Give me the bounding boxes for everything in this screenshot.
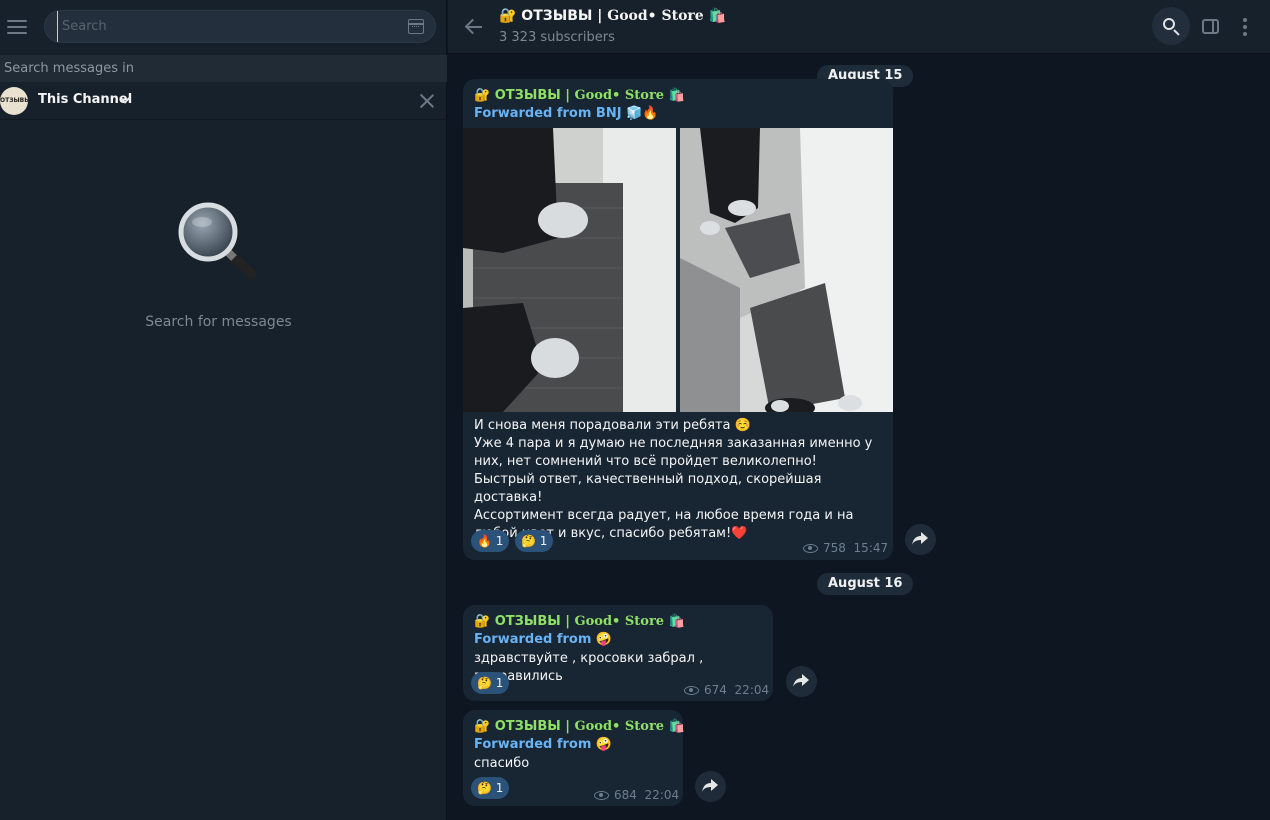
reaction-chip[interactable]: 🤔 1 xyxy=(515,530,554,552)
forwarded-from[interactable]: Forwarded from BNJ 🧊🔥 xyxy=(474,106,658,121)
reaction-emoji: 🤔 xyxy=(477,676,492,690)
title-brand: Good• Store xyxy=(607,8,704,24)
message-meta: 758 15:47 xyxy=(803,541,888,555)
reaction-count: 1 xyxy=(495,676,504,690)
search-icon xyxy=(1163,18,1175,30)
more-options-icon[interactable] xyxy=(1243,18,1249,36)
reaction-count: 1 xyxy=(495,781,504,795)
magnifier-icon xyxy=(178,202,257,279)
empty-state-text: Search for messages xyxy=(145,314,292,330)
message-text: здравствуйте , кросовки забрал , понрави… xyxy=(474,651,704,684)
photo-1[interactable] xyxy=(463,128,676,412)
share-button[interactable] xyxy=(905,524,936,555)
author-brand: Good• Store xyxy=(574,719,665,734)
message-author[interactable]: 🔐 ОТЗЫВЫ | Good• Store 🛍️ xyxy=(474,719,685,734)
message-meta: 674 22:04 xyxy=(684,683,769,697)
message-bubble[interactable]: 🔐 ОТЗЫВЫ | Good• Store 🛍️ Forwarded from… xyxy=(463,710,685,806)
search-scope-row[interactable]: ОТЗЫВЫ This Channel xyxy=(0,82,447,120)
menu-icon[interactable] xyxy=(7,17,27,35)
message-author[interactable]: 🔐 ОТЗЫВЫ | Good• Store 🛍️ xyxy=(474,614,685,629)
search-input[interactable] xyxy=(57,11,387,42)
reaction-chip[interactable]: 🤔 1 xyxy=(471,777,510,799)
calendar-icon[interactable] xyxy=(408,19,424,34)
title-suffix: 🛍️ xyxy=(703,8,727,24)
search-button[interactable] xyxy=(1152,7,1190,45)
eye-icon xyxy=(684,686,699,695)
reaction-emoji: 🔥 xyxy=(477,534,492,548)
message-bubble[interactable]: 🔐 ОТЗЫВЫ | Good• Store 🛍️ Forwarded from… xyxy=(463,605,773,701)
photo-2[interactable] xyxy=(680,128,893,412)
view-count: 674 xyxy=(704,683,727,697)
chat-title[interactable]: 🔐 ОТЗЫВЫ | Good• Store 🛍️ xyxy=(499,8,726,24)
share-icon xyxy=(912,532,928,545)
search-box[interactable] xyxy=(44,10,436,43)
sidebar-toggle-icon[interactable] xyxy=(1202,19,1219,34)
back-arrow-icon[interactable] xyxy=(465,18,483,36)
reaction-emoji: 🤔 xyxy=(521,534,536,548)
reaction-chip[interactable]: 🤔 1 xyxy=(471,672,510,694)
chat-header: 🔐 ОТЗЫВЫ | Good• Store 🛍️ 3 323 subscrib… xyxy=(448,0,1270,54)
author-brand: Good• Store xyxy=(574,88,665,103)
telegram-window: Search messages in ОТЗЫВЫ This Channel S… xyxy=(0,0,1270,820)
search-scope-label[interactable]: This Channel xyxy=(38,92,132,107)
author-suffix: 🛍️ xyxy=(664,719,685,734)
message-meta: 684 22:04 xyxy=(594,788,679,802)
eye-icon xyxy=(594,791,609,800)
message-author[interactable]: 🔐 ОТЗЫВЫ | Good• Store 🛍️ xyxy=(474,88,685,103)
message-time: 22:04 xyxy=(644,788,680,802)
eye-icon xyxy=(803,544,818,553)
chat-panel: 🔐 ОТЗЫВЫ | Good• Store 🛍️ 3 323 subscrib… xyxy=(448,0,1270,820)
view-count: 684 xyxy=(614,788,637,802)
channel-avatar: ОТЗЫВЫ xyxy=(0,87,28,115)
close-icon[interactable] xyxy=(419,93,435,109)
message-text: спасибо xyxy=(474,756,530,771)
share-icon xyxy=(702,779,718,792)
author-prefix: 🔐 ОТЗЫВЫ | xyxy=(474,614,575,629)
message-text: И снова меня порадовали эти ребята ☺️ Уж… xyxy=(474,418,873,541)
title-prefix: 🔐 ОТЗЫВЫ | xyxy=(499,8,608,24)
subscriber-count: 3 323 subscribers xyxy=(499,30,615,45)
author-brand: Good• Store xyxy=(574,614,665,629)
share-button[interactable] xyxy=(695,771,726,802)
reaction-count: 1 xyxy=(495,534,504,548)
author-prefix: 🔐 ОТЗЫВЫ | xyxy=(474,88,575,103)
message-time: 15:47 xyxy=(853,541,889,555)
share-icon xyxy=(793,674,809,687)
message-time: 22:04 xyxy=(734,683,770,697)
photo-1-image xyxy=(463,128,676,412)
reaction-chip[interactable]: 🔥 1 xyxy=(471,530,510,552)
author-suffix: 🛍️ xyxy=(664,88,685,103)
author-suffix: 🛍️ xyxy=(664,614,685,629)
reaction-count: 1 xyxy=(539,534,548,548)
view-count: 758 xyxy=(823,541,846,555)
share-button[interactable] xyxy=(786,666,817,697)
date-separator: August 16 xyxy=(817,573,914,595)
forwarded-from[interactable]: Forwarded from 🤪 xyxy=(474,737,612,752)
left-panel: Search messages in ОТЗЫВЫ This Channel S… xyxy=(0,0,447,820)
author-prefix: 🔐 ОТЗЫВЫ | xyxy=(474,719,575,734)
photo-2-image xyxy=(680,128,893,412)
message-bubble[interactable]: 🔐 ОТЗЫВЫ | Good• Store 🛍️ Forwarded from… xyxy=(463,79,893,560)
search-in-label: Search messages in xyxy=(0,55,447,82)
forwarded-from[interactable]: Forwarded from 🤪 xyxy=(474,632,612,647)
reaction-emoji: 🤔 xyxy=(477,781,492,795)
